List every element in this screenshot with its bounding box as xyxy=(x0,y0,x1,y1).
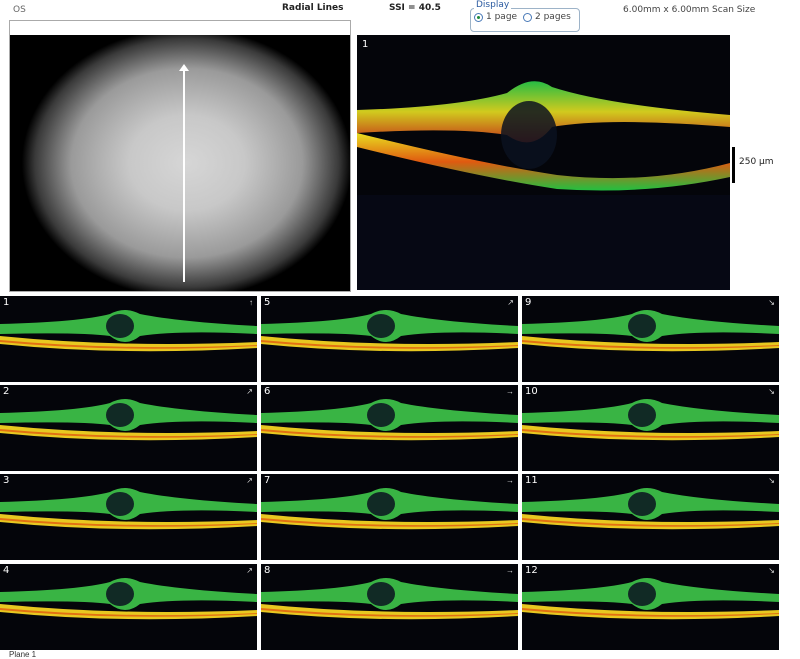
tile-number: 4 xyxy=(3,565,10,576)
tile-number: 5 xyxy=(264,297,271,308)
tile-bscan-image xyxy=(522,399,779,441)
scan-size-label: 6.00mm x 6.00mm Scan Size xyxy=(623,5,756,15)
tile-number: 9 xyxy=(525,297,532,308)
display-2-pages-radio[interactable]: 2 pages xyxy=(523,12,571,22)
tile-direction-arrow-icon: ↗ xyxy=(246,387,253,396)
tile-direction-arrow-icon: ↗ xyxy=(246,566,253,575)
fundus-image-panel xyxy=(9,20,351,292)
tile-bscan-image xyxy=(522,488,779,530)
radio-selected-icon[interactable] xyxy=(474,12,483,22)
radial-bscan-tile[interactable]: 4 ↗ xyxy=(0,564,257,650)
tile-number: 8 xyxy=(264,565,271,576)
tile-direction-arrow-icon: → xyxy=(506,387,514,396)
tile-bscan-image xyxy=(261,399,518,441)
tile-bscan-image xyxy=(261,310,518,352)
eye-label: OS xyxy=(13,5,26,15)
fundus-image xyxy=(10,35,350,291)
scan-line-marker[interactable] xyxy=(183,68,185,282)
radial-bscan-tile[interactable]: 7 → xyxy=(261,474,518,560)
tile-direction-arrow-icon: → xyxy=(506,476,514,485)
tile-direction-arrow-icon: ↘ xyxy=(768,298,775,307)
tile-number: 12 xyxy=(525,565,538,576)
tile-bscan-image xyxy=(0,578,257,620)
tile-number: 2 xyxy=(3,386,10,397)
tile-bscan-image xyxy=(522,310,779,352)
scale-label: 250 µm xyxy=(739,157,774,167)
radial-bscan-tile[interactable]: 9 ↘ xyxy=(522,296,779,382)
display-2-pages-label: 2 pages xyxy=(535,12,571,22)
tile-number: 1 xyxy=(3,297,10,308)
tile-direction-arrow-icon: ↗ xyxy=(246,476,253,485)
radial-bscan-tile[interactable]: 6 → xyxy=(261,385,518,471)
main-oct-bscan[interactable]: 1 xyxy=(357,35,730,290)
radial-bscan-tile[interactable]: 10 ↘ xyxy=(522,385,779,471)
tile-number: 10 xyxy=(525,386,538,397)
tile-direction-arrow-icon: ↗ xyxy=(507,298,514,307)
footer-label: Plane 1 xyxy=(9,650,37,659)
tile-direction-arrow-icon: ↘ xyxy=(768,566,775,575)
tile-number: 7 xyxy=(264,475,271,486)
tile-direction-arrow-icon: ↑ xyxy=(249,298,253,307)
radial-bscan-tile[interactable]: 3 ↗ xyxy=(0,474,257,560)
radio-unselected-icon[interactable] xyxy=(523,12,532,22)
tile-bscan-image xyxy=(522,578,779,620)
radial-bscan-tile[interactable]: 5 ↗ xyxy=(261,296,518,382)
radial-bscan-tile[interactable]: 11 ↘ xyxy=(522,474,779,560)
tile-number: 6 xyxy=(264,386,271,397)
display-group-legend: Display xyxy=(474,0,512,10)
tile-bscan-image xyxy=(261,578,518,620)
tile-bscan-image xyxy=(0,310,257,352)
main-bscan-number: 1 xyxy=(362,39,369,50)
signal-strength-index: SSI = 40.5 xyxy=(389,3,441,13)
scan-direction-arrow-icon xyxy=(179,64,189,71)
tile-bscan-image xyxy=(261,488,518,530)
display-1-page-radio[interactable]: 1 page xyxy=(474,12,517,22)
tile-bscan-image xyxy=(0,488,257,530)
display-1-page-label: 1 page xyxy=(486,12,518,22)
fundus-header-band xyxy=(10,21,350,36)
radial-bscan-tile[interactable]: 12 ↘ xyxy=(522,564,779,650)
tile-direction-arrow-icon: → xyxy=(506,566,514,575)
tile-number: 3 xyxy=(3,475,10,486)
tile-direction-arrow-icon: ↘ xyxy=(768,387,775,396)
main-bscan-image xyxy=(357,81,730,290)
tile-bscan-image xyxy=(0,399,257,441)
tile-number: 11 xyxy=(525,475,538,486)
radial-bscan-tile[interactable]: 2 ↗ xyxy=(0,385,257,471)
scale-bar xyxy=(732,147,735,183)
tile-direction-arrow-icon: ↘ xyxy=(768,476,775,485)
radial-bscan-tile[interactable]: 8 → xyxy=(261,564,518,650)
scan-pattern-title: Radial Lines xyxy=(282,3,344,13)
radial-bscan-tile[interactable]: 1 ↑ xyxy=(0,296,257,382)
